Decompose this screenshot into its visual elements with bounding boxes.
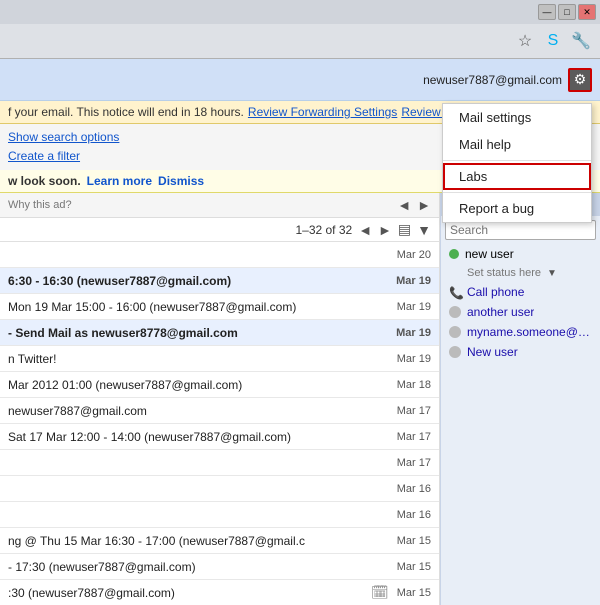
email-row-date: Mar 18 [397, 379, 431, 391]
email-row-date: Mar 16 [397, 483, 431, 495]
email-subheader: 1–32 of 32 ◄ ► ▤ ▼ [0, 218, 439, 242]
table-row[interactable]: - Send Mail as newuser8778@gmail.com Mar… [0, 320, 439, 346]
email-row-text: :30 (newuser7887@gmail.com) [8, 586, 367, 600]
list-view-icon[interactable]: ▤ [398, 221, 411, 238]
table-row[interactable]: Sat 17 Mar 12:00 - 14:00 (newuser7887@gm… [0, 424, 439, 450]
prev-page-arrow[interactable]: ◄ [358, 222, 372, 238]
calendar-icon: 🗓 [371, 584, 389, 601]
email-row-text: ng @ Thu 15 Mar 16:30 - 17:00 (newuser78… [8, 534, 389, 548]
chat-contact-another-user[interactable]: another user [441, 302, 600, 322]
email-row-text: Mar 2012 01:00 (newuser7887@gmail.com) [8, 378, 389, 392]
skype-icon[interactable]: S [542, 30, 564, 52]
maximize-button[interactable]: □ [558, 4, 576, 20]
settings-dropdown: Mail settings Mail help Labs Report a bu… [442, 103, 592, 223]
table-row[interactable]: :30 (newuser7887@gmail.com) 🗓 Mar 15 [0, 580, 439, 605]
contact-name: another user [467, 305, 534, 319]
browser-toolbar: ☆ S 🔧 [0, 24, 600, 58]
report-bug-item[interactable]: Report a bug [443, 195, 591, 222]
browser-chrome: — □ ✕ ☆ S 🔧 [0, 0, 600, 59]
star-icon[interactable]: ☆ [514, 30, 536, 52]
email-row-date: Mar 17 [397, 431, 431, 443]
ad-next-arrow[interactable]: ► [417, 197, 431, 213]
email-row-date: Mar 16 [397, 509, 431, 521]
contact-dot-icon [449, 326, 461, 338]
email-row-date: Mar 15 [397, 535, 431, 547]
next-page-arrow[interactable]: ► [378, 222, 392, 238]
chat-contact-call-phone[interactable]: 📞 Call phone [441, 282, 600, 302]
gmail-page: newuser7887@gmail.com ⚙ f your email. Th… [0, 59, 600, 601]
set-status-text: Set status here [467, 267, 541, 279]
ad-label: Why this ad? [8, 199, 391, 211]
new-look-text: w look soon. [8, 174, 81, 188]
page-count: 1–32 of 32 [295, 223, 352, 237]
gmail-topbar: newuser7887@gmail.com ⚙ [0, 59, 600, 101]
dropdown-divider [443, 160, 591, 161]
table-row[interactable]: Mar 2012 01:00 (newuser7887@gmail.com) M… [0, 372, 439, 398]
table-row[interactable]: - 17:30 (newuser7887@gmail.com) Mar 15 [0, 554, 439, 580]
chat-contact-new-user[interactable]: New user [441, 342, 600, 362]
email-row-date: Mar 19 [397, 353, 431, 365]
gear-button[interactable]: ⚙ [568, 68, 592, 92]
labs-item[interactable]: Labs [443, 163, 591, 190]
email-row-date: Mar 20 [397, 249, 431, 261]
gmail-account: newuser7887@gmail.com [423, 73, 562, 87]
chat-panel: Chat a new user Set status here ▼ 📞 Call… [440, 193, 600, 605]
title-bar: — □ ✕ [0, 0, 600, 24]
online-status-dot [449, 249, 459, 259]
contact-dot-icon [449, 346, 461, 358]
email-row-text: Mon 19 Mar 15:00 - 16:00 (newuser7887@gm… [8, 300, 389, 314]
email-row-date: Mar 15 [397, 587, 431, 599]
chat-user-name: new user [465, 247, 514, 261]
view-dropdown-arrow[interactable]: ▼ [417, 222, 431, 238]
email-row-date: Mar 17 [397, 405, 431, 417]
chat-status-row: new user [441, 244, 600, 264]
table-row[interactable]: 6:30 - 16:30 (newuser7887@gmail.com) Mar… [0, 268, 439, 294]
email-rows: Mar 20 6:30 - 16:30 (newuser7887@gmail.c… [0, 242, 439, 605]
email-row-text: newuser7887@gmail.com [8, 404, 389, 418]
chat-set-status-row[interactable]: Set status here ▼ [441, 264, 600, 282]
mail-help-item[interactable]: Mail help [443, 131, 591, 158]
table-row[interactable]: n Twitter! Mar 19 [0, 346, 439, 372]
contact-name: New user [467, 345, 518, 359]
close-button[interactable]: ✕ [578, 4, 596, 20]
table-row[interactable]: newuser7887@gmail.com Mar 17 [0, 398, 439, 424]
contact-dot-icon [449, 306, 461, 318]
email-row-text: 6:30 - 16:30 (newuser7887@gmail.com) [8, 274, 388, 288]
email-row-date: Mar 19 [396, 327, 431, 339]
email-row-text: n Twitter! [8, 352, 389, 366]
mail-settings-item[interactable]: Mail settings [443, 104, 591, 131]
email-row-date: Mar 17 [397, 457, 431, 469]
email-row-date: Mar 19 [396, 275, 431, 287]
email-list-ad-header: Why this ad? ◄ ► [0, 193, 439, 218]
gear-icon: ⚙ [574, 71, 587, 88]
table-row[interactable]: Mar 16 [0, 476, 439, 502]
learn-more-link[interactable]: Learn more [87, 174, 152, 188]
chat-contact-myname[interactable]: myname.someone@g... [441, 322, 600, 342]
table-row[interactable]: Mar 17 [0, 450, 439, 476]
email-row-date: Mar 15 [397, 561, 431, 573]
wrench-icon[interactable]: 🔧 [570, 30, 592, 52]
notification-text: f your email. This notice will end in 18… [8, 105, 244, 119]
contact-name: Call phone [467, 285, 524, 299]
phone-icon: 📞 [449, 286, 461, 298]
dropdown-divider-2 [443, 192, 591, 193]
email-row-text: - Send Mail as newuser8778@gmail.com [8, 326, 388, 340]
table-row[interactable]: Mon 19 Mar 15:00 - 16:00 (newuser7887@gm… [0, 294, 439, 320]
ad-prev-arrow[interactable]: ◄ [397, 197, 411, 213]
minimize-button[interactable]: — [538, 4, 556, 20]
email-row-text: - 17:30 (newuser7887@gmail.com) [8, 560, 389, 574]
table-row[interactable]: Mar 16 [0, 502, 439, 528]
table-row[interactable]: Mar 20 [0, 242, 439, 268]
email-row-date: Mar 19 [397, 301, 431, 313]
review-forwarding-link[interactable]: Review Forwarding Settings [248, 105, 397, 119]
email-row-text: Sat 17 Mar 12:00 - 14:00 (newuser7887@gm… [8, 430, 389, 444]
window-controls: — □ ✕ [538, 4, 596, 20]
status-arrow-icon[interactable]: ▼ [547, 268, 557, 279]
email-list: Why this ad? ◄ ► 1–32 of 32 ◄ ► ▤ ▼ Mar … [0, 193, 440, 605]
chat-search-input[interactable] [445, 220, 596, 240]
main-content: Why this ad? ◄ ► 1–32 of 32 ◄ ► ▤ ▼ Mar … [0, 193, 600, 605]
contact-name: myname.someone@g... [467, 325, 592, 339]
table-row[interactable]: ng @ Thu 15 Mar 16:30 - 17:00 (newuser78… [0, 528, 439, 554]
dismiss-link[interactable]: Dismiss [158, 174, 204, 188]
